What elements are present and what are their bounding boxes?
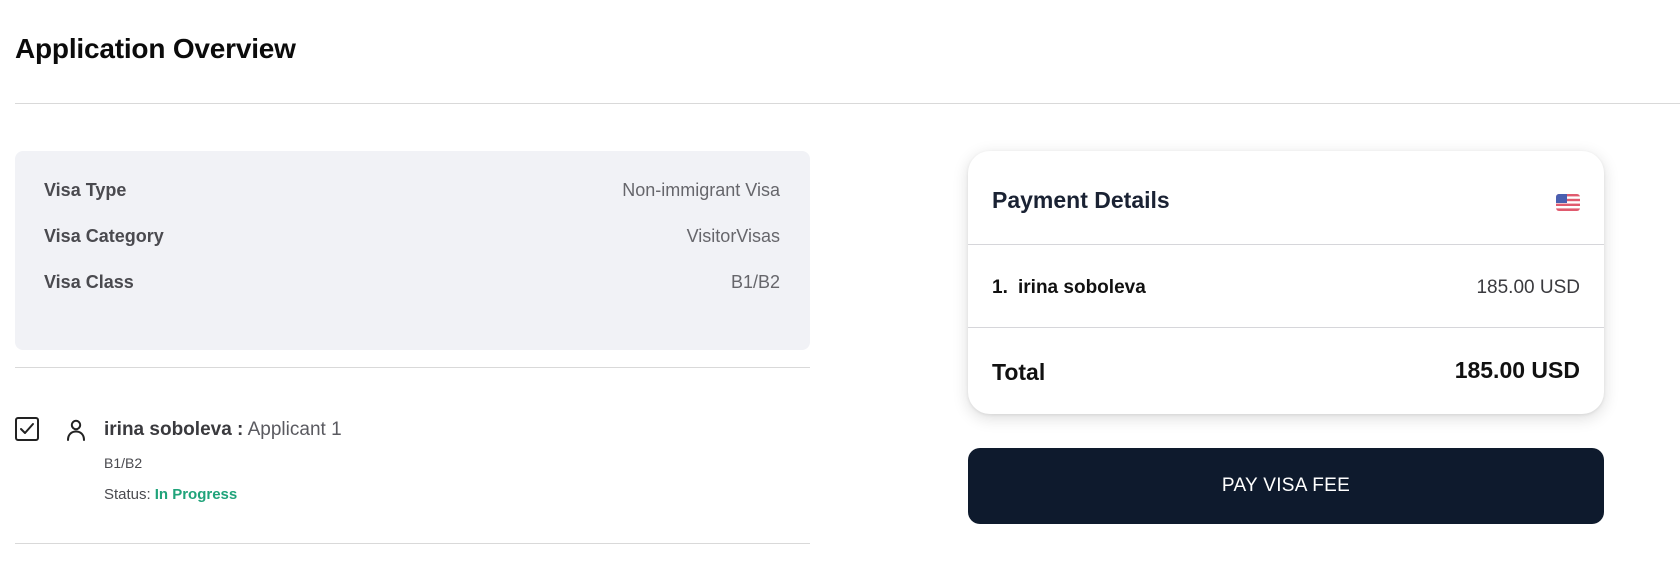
application-overview-page: Application Overview Visa Type Non-immig… xyxy=(0,0,1680,584)
section-divider-bottom xyxy=(15,543,810,544)
person-icon xyxy=(67,419,85,441)
payment-total: Total 185.00 USD xyxy=(968,329,1604,414)
line-item-name: irina soboleva xyxy=(1018,277,1146,298)
section-divider xyxy=(15,367,810,368)
page-title: Application Overview xyxy=(15,33,296,64)
header-divider xyxy=(15,103,1680,104)
visa-category-value: VisitorVisas xyxy=(686,225,780,246)
visa-type-label: Visa Type xyxy=(44,179,127,200)
us-flag-icon xyxy=(1556,194,1580,211)
visa-category-label: Visa Category xyxy=(44,225,164,246)
applicant-role: Applicant 1 xyxy=(247,419,342,440)
payment-title: Payment Details xyxy=(992,187,1170,213)
check-icon xyxy=(20,423,34,434)
visa-class-value: B1/B2 xyxy=(730,271,780,292)
applicant-name: irina soboleva xyxy=(104,419,232,440)
visa-class-row: Visa Class B1/B2 xyxy=(44,270,780,294)
applicant-checkbox[interactable] xyxy=(15,417,39,441)
applicant-separator: : xyxy=(231,419,244,440)
payment-line-item: 1. irina soboleva 185.00 USD xyxy=(968,246,1604,328)
status-badge: In Progress xyxy=(154,486,238,503)
line-item-amount: 185.00 USD xyxy=(1476,277,1580,298)
total-amount: 185.00 USD xyxy=(1454,357,1580,383)
visa-info-card: Visa Type Non-immigrant Visa Visa Catego… xyxy=(15,151,810,350)
total-label: Total xyxy=(992,359,1046,385)
payment-header: Payment Details xyxy=(968,151,1604,245)
visa-type-row: Visa Type Non-immigrant Visa xyxy=(44,178,780,202)
status-label: Status: xyxy=(104,486,151,503)
line-item-index: 1. xyxy=(992,277,1008,298)
applicant-heading: irina soboleva : Applicant 1 xyxy=(104,419,342,441)
applicant-visa-class: B1/B2 xyxy=(104,455,143,471)
pay-visa-fee-button[interactable]: PAY VISA FEE xyxy=(968,448,1604,524)
applicant-status: Status: In Progress xyxy=(104,486,237,503)
visa-category-row: Visa Category VisitorVisas xyxy=(44,224,780,248)
visa-class-label: Visa Class xyxy=(44,271,134,292)
payment-details-card: Payment Details 1. irina soboleva 185.00… xyxy=(968,151,1604,414)
visa-type-value: Non-immigrant Visa xyxy=(622,179,780,200)
